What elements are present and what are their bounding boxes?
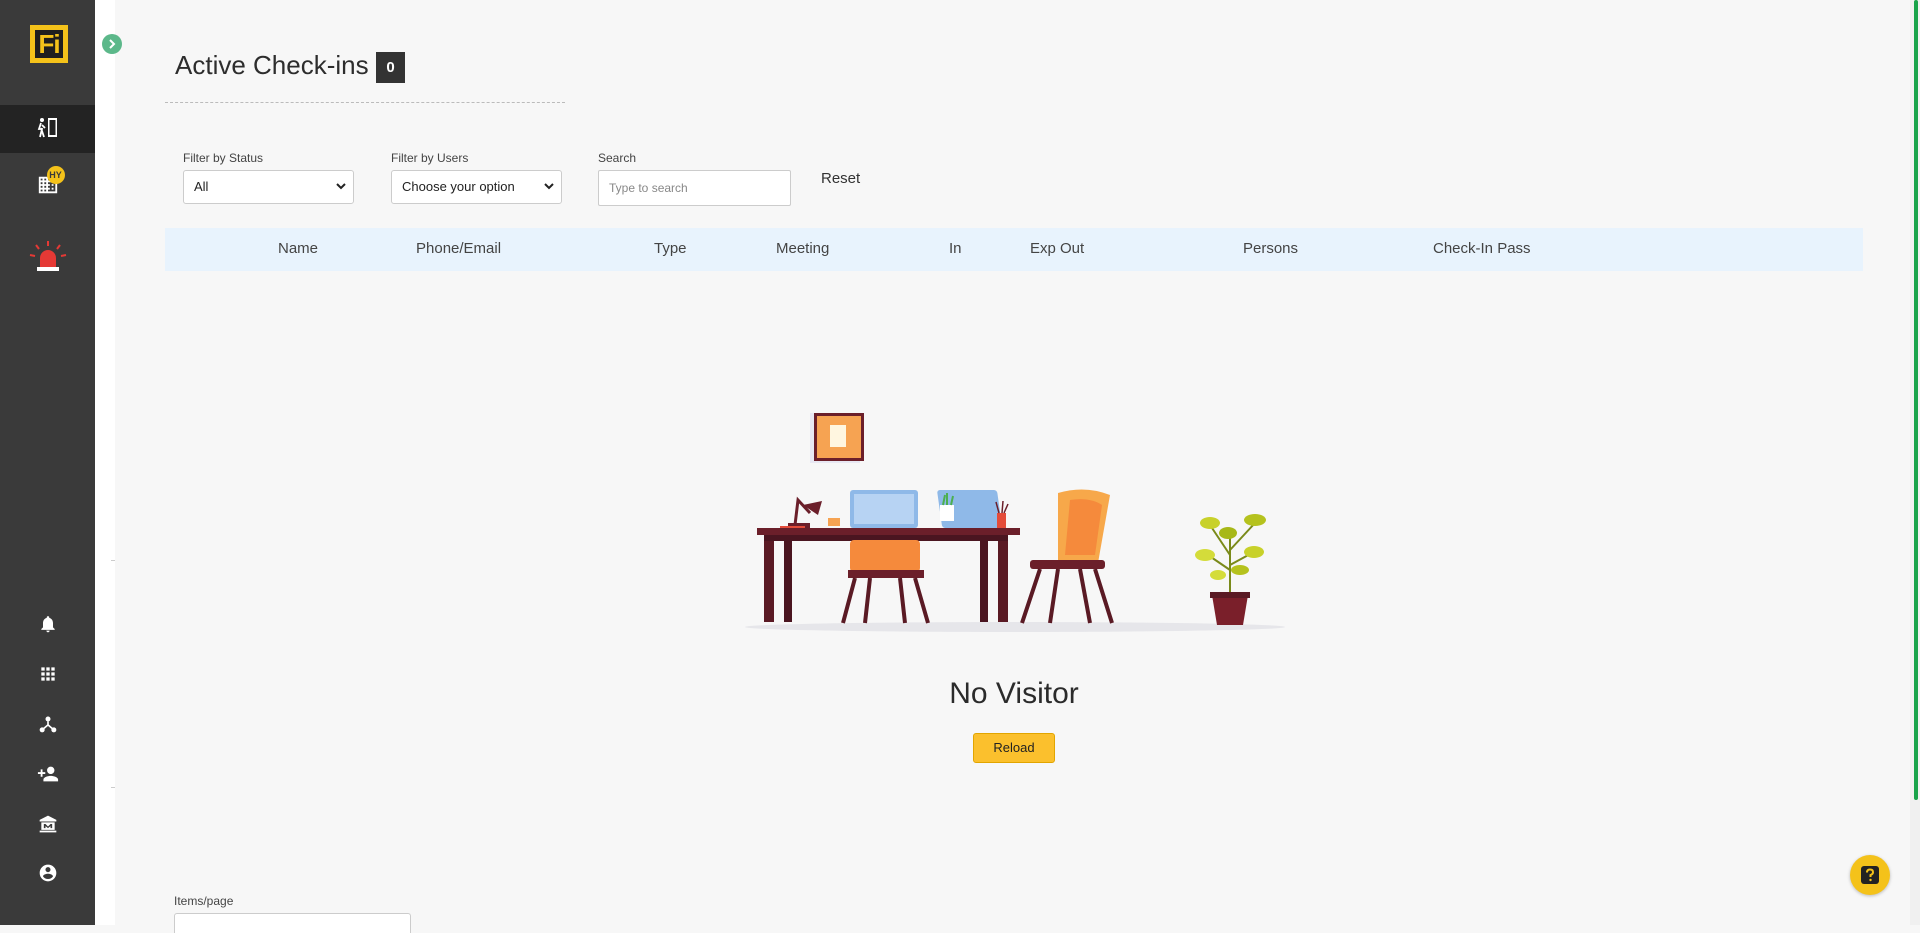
column-phone-email[interactable]: Phone/Email (416, 240, 501, 257)
table-header: Name Phone/Email Type Meeting In Exp Out… (165, 228, 1863, 271)
sidebar-item-notifications[interactable] (0, 604, 95, 644)
chevron-right-icon (109, 39, 116, 49)
status-filter-select[interactable]: All (183, 170, 354, 204)
account-circle-icon (39, 864, 56, 882)
emergency-alarm-icon (29, 241, 66, 271)
reload-button[interactable]: Reload (973, 733, 1055, 763)
chevron-down-icon (544, 183, 554, 190)
users-filter-label: Filter by Users (391, 151, 469, 165)
sidebar-expand-button[interactable] (102, 34, 122, 54)
title-divider (165, 102, 565, 103)
app-logo[interactable]: Fi (30, 25, 68, 63)
column-type[interactable]: Type (654, 240, 687, 257)
sidebar-item-emergency[interactable] (0, 237, 95, 281)
bell-icon (40, 616, 55, 633)
check-in-door-icon (35, 115, 61, 146)
app-logo-text: Fi (35, 30, 63, 58)
gutter-tick (111, 787, 115, 788)
reset-button[interactable]: Reset (821, 170, 860, 187)
help-button[interactable] (1850, 855, 1890, 895)
column-meeting[interactable]: Meeting (776, 240, 829, 257)
items-per-page-label: Items/page (174, 894, 234, 908)
buildings-badge: HY (46, 166, 65, 184)
column-in[interactable]: In (949, 240, 962, 257)
empty-office-illustration (740, 405, 1290, 645)
sidebar-item-check-ins[interactable] (0, 105, 95, 153)
checkin-count-badge: 0 (376, 52, 405, 83)
sidebar-item-buildings[interactable]: HY (0, 165, 95, 205)
items-per-page-select[interactable] (174, 913, 411, 933)
sidebar-item-add-person[interactable] (0, 754, 95, 794)
museum-icon (39, 815, 56, 833)
sidebar: Fi HY (0, 0, 95, 925)
chevron-down-icon (336, 183, 346, 190)
column-persons[interactable]: Persons (1243, 240, 1298, 257)
search-label: Search (598, 151, 637, 165)
search-input[interactable]: Type to search (598, 170, 791, 206)
sidebar-item-account[interactable] (0, 853, 95, 893)
status-filter-value: All (194, 179, 209, 194)
users-filter-select[interactable]: Choose your option (391, 170, 562, 204)
help-question-icon (1861, 866, 1879, 884)
page-title: Active Check-ins (175, 50, 369, 80)
column-exp-out[interactable]: Exp Out (1030, 240, 1084, 257)
sidebar-item-museum[interactable] (0, 804, 95, 844)
column-check-in-pass[interactable]: Check-In Pass (1433, 240, 1531, 257)
gutter-tick (111, 560, 115, 561)
add-person-icon (37, 766, 58, 782)
column-name[interactable]: Name (278, 240, 318, 257)
status-filter-label: Filter by Status (183, 151, 264, 165)
empty-state-title: No Visitor (949, 677, 1079, 710)
hub-network-icon (39, 716, 56, 733)
users-filter-value: Choose your option (402, 179, 515, 194)
